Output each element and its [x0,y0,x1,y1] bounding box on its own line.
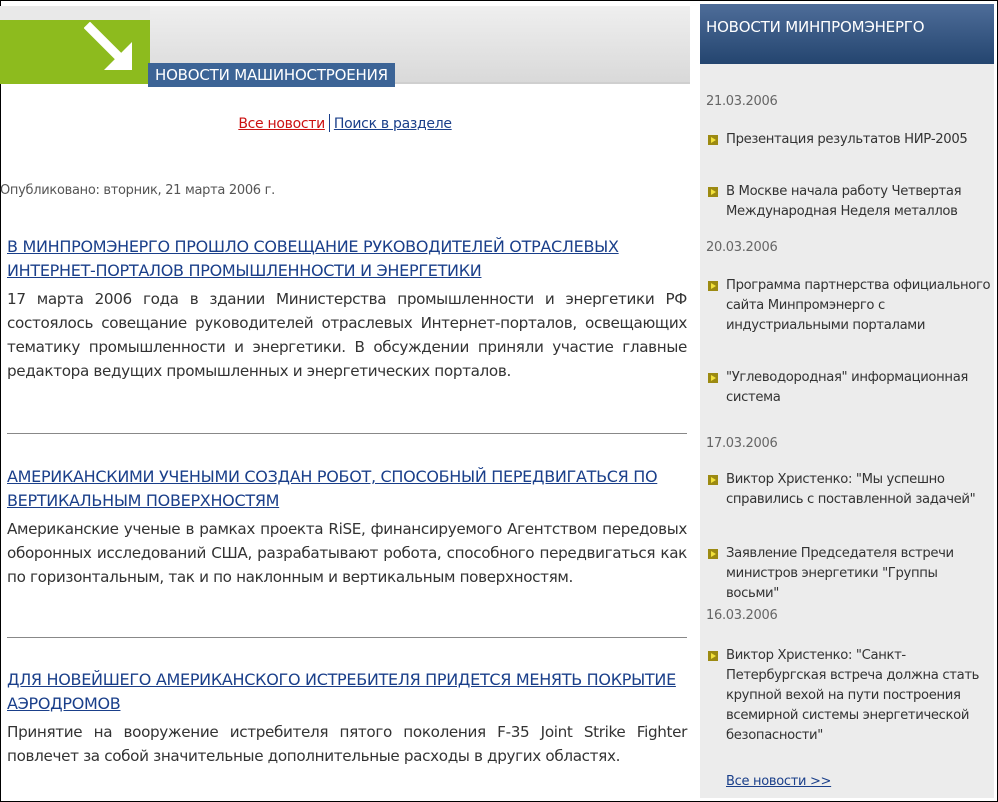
news-date: 17.03.2006 [706,436,778,451]
article-divider [7,637,687,638]
section-title: НОВОСТИ МАШИНОСТРОЕНИЯ [148,63,395,87]
sidebar-header: НОВОСТИ МИНПРОМЭНЕРГО [700,4,994,64]
sidebar-news-link[interactable]: В Москве начала работу Четвертая Междуна… [708,182,992,222]
article-summary: Принятие на вооружение истребителя пятог… [7,723,687,765]
sidebar-news-link[interactable]: Заявление Председателя встречи министров… [708,544,992,604]
bullet-arrow-icon [708,373,718,383]
news-date: 20.03.2006 [706,240,778,255]
bullet-arrow-icon [708,475,718,485]
bullet-arrow-icon [708,549,718,559]
news-date: 21.03.2006 [706,94,778,109]
article-title-link[interactable]: АМЕРИКАНСКИМИ УЧЕНЫМИ СОЗДАН РОБОТ, СПОС… [7,465,677,513]
arrow-down-right-icon [84,22,132,70]
article-summary: 17 марта 2006 года в здании Министерства… [7,290,687,380]
sidebar-news-item[interactable]: Заявление Председателя встречи министров… [708,544,992,604]
section-banner: НОВОСТИ МАШИНОСТРОЕНИЯ [0,6,690,87]
bullet-arrow-icon [708,135,718,145]
main-content: НОВОСТИ МАШИНОСТРОЕНИЯ Все новости Поиск … [0,0,700,802]
bullet-arrow-icon [708,187,718,197]
sidebar-news-item[interactable]: Виктор Христенко: "Санкт-Петербургская в… [708,646,992,746]
news-article: ДЛЯ НОВЕЙШЕГО АМЕРИКАНСКОГО ИСТРЕБИТЕЛЯ … [0,668,690,768]
sidebar-news-link[interactable]: Виктор Христенко: "Санкт-Петербургская в… [708,646,992,746]
sidebar-news-item[interactable]: Презентация результатов НИР-2005 [708,130,992,150]
sidebar-all-news-link[interactable]: Все новости >> [726,774,831,789]
sidebar-news-item[interactable]: "Углеводородная" информационная система [708,368,992,408]
sidebar-news-link[interactable]: Виктор Христенко: "Мы успешно справились… [708,470,992,510]
article-title-link[interactable]: В МИНПРОМЭНЕРГО ПРОШЛО СОВЕЩАНИЕ РУКОВОД… [7,235,677,283]
sidebar-news-link[interactable]: Программа партнерства официального сайта… [708,276,992,336]
search-section-link[interactable]: Поиск в разделе [334,116,452,132]
sidebar: НОВОСТИ МИНПРОМЭНЕРГО 21.03.2006 Презент… [700,4,994,798]
sidebar-news-link[interactable]: "Углеводородная" информационная система [708,368,992,408]
sidebar-news-item[interactable]: Программа партнерства официального сайта… [708,276,992,336]
news-date: 16.03.2006 [706,608,778,623]
published-date: Опубликовано: вторник, 21 марта 2006 г. [0,183,275,198]
sidebar-news-item[interactable]: Виктор Христенко: "Мы успешно справились… [708,470,992,510]
article-divider [7,433,687,434]
link-divider [328,114,330,132]
sidebar-title: НОВОСТИ МИНПРОМЭНЕРГО [706,18,925,36]
news-article: В МИНПРОМЭНЕРГО ПРОШЛО СОВЕЩАНИЕ РУКОВОД… [0,235,690,383]
bullet-arrow-icon [708,651,718,661]
news-article: АМЕРИКАНСКИМИ УЧЕНЫМИ СОЗДАН РОБОТ, СПОС… [0,465,690,589]
sidebar-news-link[interactable]: Презентация результатов НИР-2005 [708,130,992,150]
sidebar-news-item[interactable]: В Москве начала работу Четвертая Междуна… [708,182,992,222]
section-links: Все новости Поиск в разделе [0,114,690,132]
all-news-link[interactable]: Все новости [238,116,325,132]
article-summary: Американские ученые в рамках проекта RiS… [7,520,687,586]
bullet-arrow-icon [708,281,718,291]
article-title-link[interactable]: ДЛЯ НОВЕЙШЕГО АМЕРИКАНСКОГО ИСТРЕБИТЕЛЯ … [7,668,677,716]
